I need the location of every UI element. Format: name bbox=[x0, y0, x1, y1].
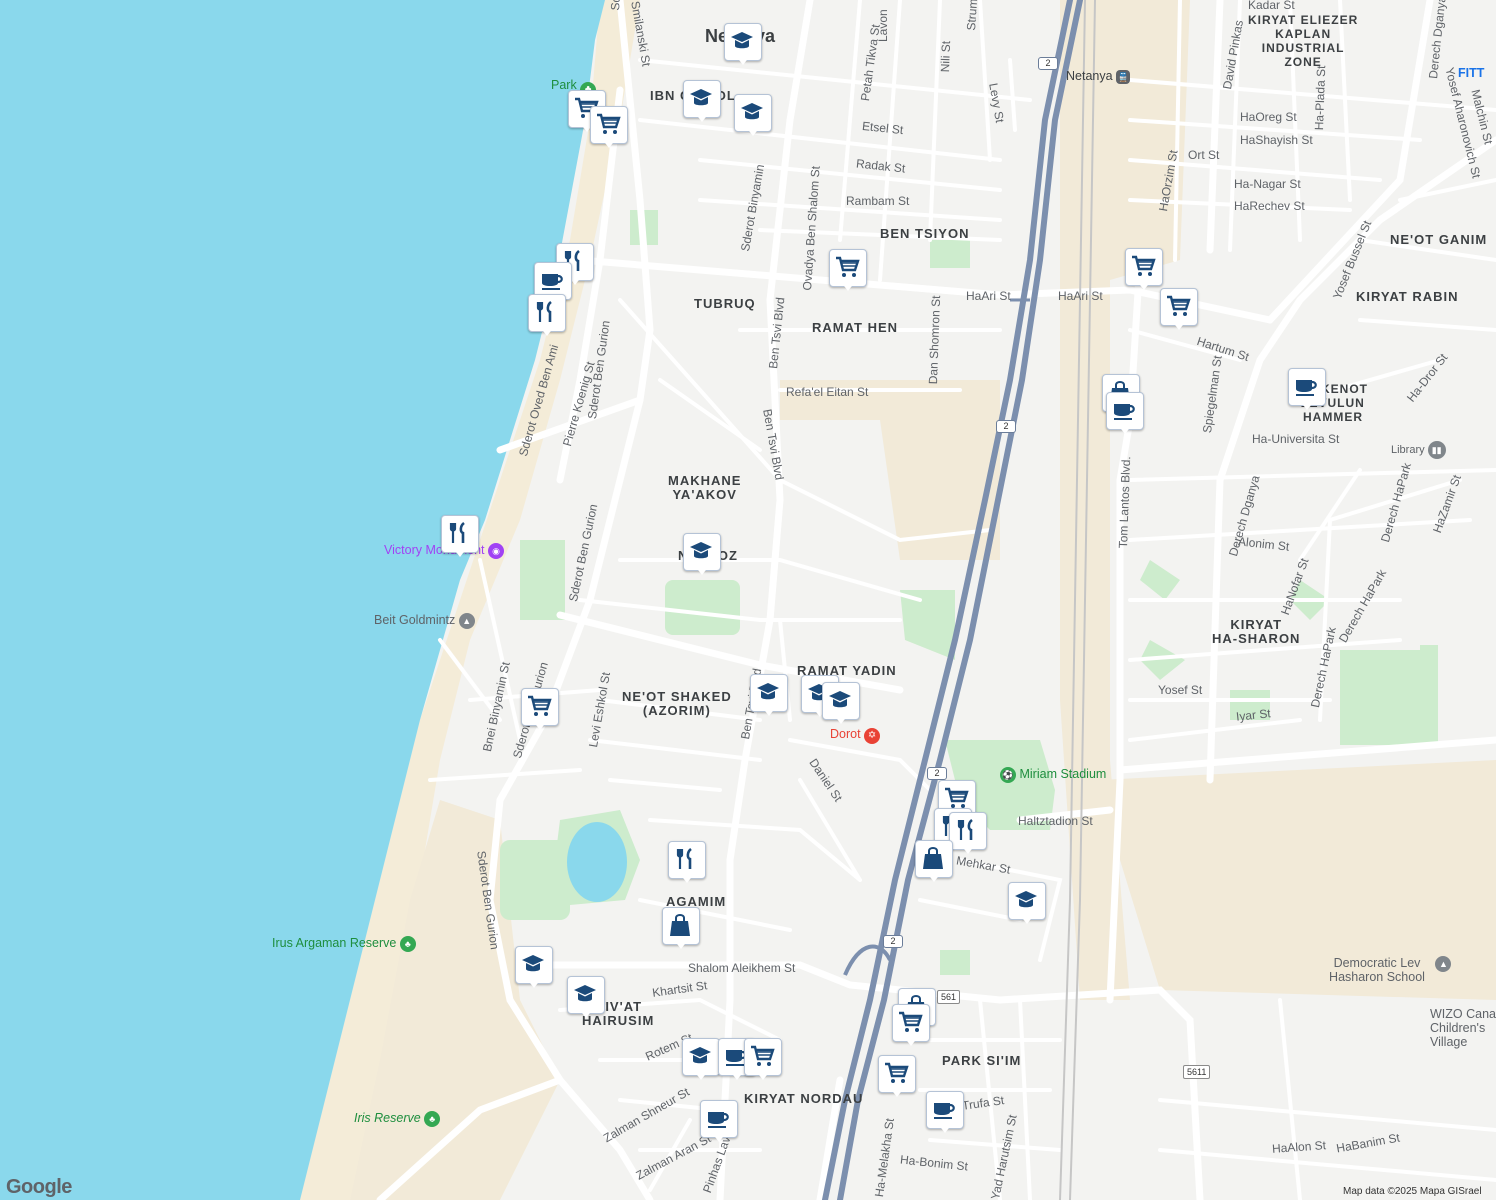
poi-pin-school[interactable] bbox=[822, 682, 860, 728]
street-label: Yosef St bbox=[1158, 683, 1203, 697]
poi-pin-school[interactable] bbox=[750, 674, 788, 720]
street-label: Haltztadion St bbox=[1018, 814, 1093, 828]
highway-badge: 2 bbox=[996, 420, 1016, 433]
neighborhood-ramat-hen[interactable]: RAMAT HEN bbox=[812, 321, 898, 335]
poi-pin-cart[interactable] bbox=[744, 1038, 782, 1084]
poi-pin-school[interactable] bbox=[683, 80, 721, 126]
poi-pin-school[interactable] bbox=[682, 1038, 720, 1084]
poi-pin-cart[interactable] bbox=[1160, 288, 1198, 334]
google-logo: Google bbox=[6, 1176, 72, 1198]
place-irus-argaman-reserve[interactable]: Irus Argaman Reserve ♣ bbox=[272, 936, 416, 952]
park-icon: ♣ bbox=[424, 1111, 441, 1127]
school-icon: ▲ bbox=[458, 613, 475, 629]
poi-pin-shopping-bag[interactable] bbox=[915, 840, 953, 886]
neighborhood-park-siim[interactable]: PARK SI'IM bbox=[942, 1054, 1021, 1068]
park-icon: ♣ bbox=[399, 936, 416, 952]
poi-pin-school[interactable] bbox=[567, 976, 605, 1022]
place-miriam-stadium[interactable]: ⚽ Miriam Stadium bbox=[1000, 767, 1106, 783]
train-icon: 🚆 bbox=[1116, 70, 1131, 84]
poi-pin-cart[interactable] bbox=[521, 688, 559, 734]
neighborhood-kiryat-nordau[interactable]: KIRYAT NORDAU bbox=[744, 1092, 863, 1106]
poi-pin-cart[interactable] bbox=[590, 106, 628, 152]
street-label: HaRechev St bbox=[1234, 199, 1305, 213]
place-wizo-village[interactable]: WIZO Canada Children's Village bbox=[1430, 1007, 1496, 1049]
street-label: Kadar St bbox=[1248, 0, 1295, 12]
place-netanya-station[interactable]: Netanya 🚆 bbox=[1066, 69, 1131, 84]
poi-pin-shopping-bag[interactable] bbox=[662, 907, 700, 953]
highway-badge: 2 bbox=[927, 767, 947, 780]
library-icon: ▮▮ bbox=[1427, 441, 1446, 459]
street-label: Ha-Universita St bbox=[1252, 432, 1340, 446]
poi-pin-cart[interactable] bbox=[1125, 248, 1163, 294]
place-iris-reserve[interactable]: Iris Reserve ♣ bbox=[354, 1111, 441, 1127]
highway-badge: 2 bbox=[883, 935, 903, 948]
street-label: Ha-Plada St bbox=[1312, 65, 1329, 131]
neighborhood-ben-tsiyon[interactable]: BEN TSIYON bbox=[880, 227, 969, 241]
route-badge: 561 bbox=[937, 990, 961, 1004]
map-attribution: Map data ©2025 Mapa GISrael bbox=[1343, 1186, 1482, 1197]
poi-pin-restaurant[interactable] bbox=[949, 812, 987, 858]
street-label: Rambam St bbox=[846, 194, 910, 208]
poi-pin-restaurant[interactable] bbox=[441, 515, 479, 561]
poi-pin-school[interactable] bbox=[724, 23, 762, 69]
poi-pin-school[interactable] bbox=[515, 946, 553, 992]
poi-pin-cart[interactable] bbox=[892, 1004, 930, 1050]
neighborhood-makhane-yaakov[interactable]: MAKHANE YA'AKOV bbox=[668, 474, 741, 502]
poi-pin-school[interactable] bbox=[1008, 882, 1046, 928]
highway-badge: 2 bbox=[1038, 57, 1058, 70]
street-label: Refa'el Eitan St bbox=[786, 385, 869, 399]
street-label: Nili St bbox=[938, 40, 954, 73]
place-beit-goldmintz[interactable]: Beit Goldmintz ▲ bbox=[374, 613, 475, 629]
neighborhood-kiryat-rabin[interactable]: KIRYAT RABIN bbox=[1356, 290, 1459, 304]
poi-pin-cafe[interactable] bbox=[1288, 368, 1326, 414]
neighborhood-neot-shaked[interactable]: NE'OT SHAKED (AZORIM) bbox=[622, 690, 732, 718]
poi-pin-school[interactable] bbox=[734, 94, 772, 140]
place-fitt[interactable]: FITT bbox=[1458, 66, 1484, 80]
street-label: HaAri St bbox=[966, 289, 1011, 303]
poi-pin-cart[interactable] bbox=[829, 249, 867, 295]
route-badge: 5611 bbox=[1183, 1065, 1211, 1079]
street-label: Shalom Aleikhem St bbox=[688, 961, 796, 975]
attraction-icon: ◉ bbox=[488, 543, 504, 559]
poi-pin-restaurant[interactable] bbox=[668, 841, 706, 887]
place-dorot[interactable]: Dorot ✡ bbox=[830, 727, 881, 744]
poi-pin-school[interactable] bbox=[683, 533, 721, 579]
neighborhood-tubruq[interactable]: TUBRUQ bbox=[694, 297, 756, 311]
street-label: HaOreg St bbox=[1240, 110, 1297, 124]
worship-icon: ✡ bbox=[864, 728, 881, 744]
place-democratic-lev-hasharon-school[interactable]: Democratic Lev Hasharon School ▲ bbox=[1322, 956, 1452, 984]
street-label: Strum bbox=[964, 0, 981, 31]
neighborhood-kiryat-eliezer-kaplan[interactable]: KIRYAT ELIEZER KAPLAN INDUSTRIAL ZONE bbox=[1248, 13, 1358, 69]
place-library[interactable]: Library ▮▮ bbox=[1391, 441, 1446, 459]
poi-pin-restaurant[interactable] bbox=[528, 294, 566, 340]
school-icon: ▲ bbox=[1435, 956, 1452, 972]
neighborhood-kiryat-ha-sharon[interactable]: KIRYAT HA-SHARON bbox=[1212, 618, 1300, 646]
poi-pin-cafe[interactable] bbox=[1106, 392, 1144, 438]
stadium-icon: ⚽ bbox=[1000, 767, 1016, 783]
poi-pin-cafe[interactable] bbox=[926, 1091, 964, 1137]
street-label: Ort St bbox=[1188, 148, 1220, 162]
poi-pin-cart[interactable] bbox=[878, 1055, 916, 1101]
map-canvas[interactable]: Netanya IBN GVIROL BEN TSIYON TUBRUQ RAM… bbox=[0, 0, 1496, 1200]
street-label: HaAri St bbox=[1058, 289, 1103, 303]
poi-pin-cafe[interactable] bbox=[700, 1100, 738, 1146]
street-label: HaShayish St bbox=[1240, 133, 1313, 147]
neighborhood-neot-ganim[interactable]: NE'OT GANIM bbox=[1390, 233, 1487, 247]
street-label: Ha-Nagar St bbox=[1234, 177, 1301, 191]
lake bbox=[567, 822, 627, 902]
